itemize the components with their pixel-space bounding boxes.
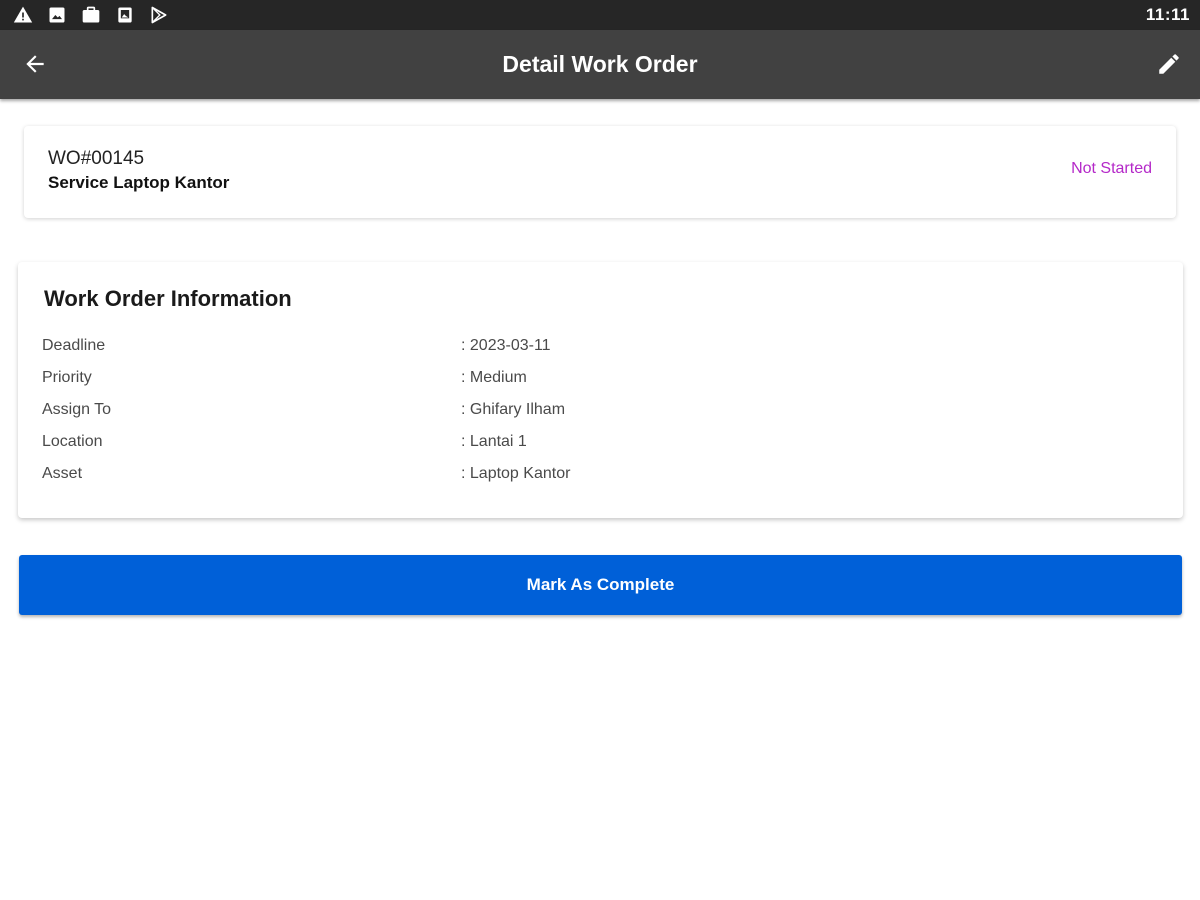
pencil-icon xyxy=(1159,54,1179,74)
warning-icon xyxy=(12,4,34,26)
status-icons xyxy=(12,4,170,26)
play-store-icon xyxy=(148,4,170,26)
section-title: Work Order Information xyxy=(44,286,292,311)
info-label: Assign To xyxy=(42,401,112,418)
image-icon xyxy=(46,4,68,26)
status-bar: 11:11 xyxy=(0,0,1200,30)
work-order-information-card: Work Order Information Deadline : 2023-0… xyxy=(18,262,1183,518)
info-value: : Medium xyxy=(461,369,527,386)
status-badge: Not Started xyxy=(1071,160,1152,177)
edit-button[interactable] xyxy=(1152,47,1186,81)
info-value: : Laptop Kantor xyxy=(461,465,571,482)
info-row-priority: Priority : Medium xyxy=(42,362,1159,394)
arrow-left-icon xyxy=(26,55,44,73)
info-label: Asset xyxy=(42,465,83,482)
page-title: Detail Work Order xyxy=(502,51,698,77)
work-order-name: Service Laptop Kantor xyxy=(48,173,230,192)
info-value: : 2023-03-11 xyxy=(461,337,551,354)
app-bar: Detail Work Order xyxy=(0,30,1200,99)
work-order-summary-card: WO#00145 Service Laptop Kantor Not Start… xyxy=(24,126,1176,218)
info-value: : Ghifary Ilham xyxy=(461,401,566,418)
info-label: Location xyxy=(42,433,103,450)
briefcase-icon xyxy=(80,4,102,26)
info-row-location: Location : Lantai 1 xyxy=(42,426,1159,458)
status-time: 11:11 xyxy=(1145,5,1190,24)
info-label: Deadline xyxy=(42,337,106,354)
information-list: Deadline : 2023-03-11 Priority : Medium … xyxy=(42,330,1159,490)
info-row-asset: Asset : Laptop Kantor xyxy=(42,458,1159,490)
info-value: : Lantai 1 xyxy=(461,433,527,450)
work-order-number: WO#00145 xyxy=(48,148,145,169)
mark-as-complete-button[interactable]: Mark As Complete xyxy=(19,555,1182,615)
info-row-assign-to: Assign To : Ghifary Ilham xyxy=(42,394,1159,426)
info-label: Priority xyxy=(42,369,92,386)
photo-icon xyxy=(114,4,136,26)
info-row-deadline: Deadline : 2023-03-11 xyxy=(42,330,1159,362)
back-button[interactable] xyxy=(18,47,52,81)
